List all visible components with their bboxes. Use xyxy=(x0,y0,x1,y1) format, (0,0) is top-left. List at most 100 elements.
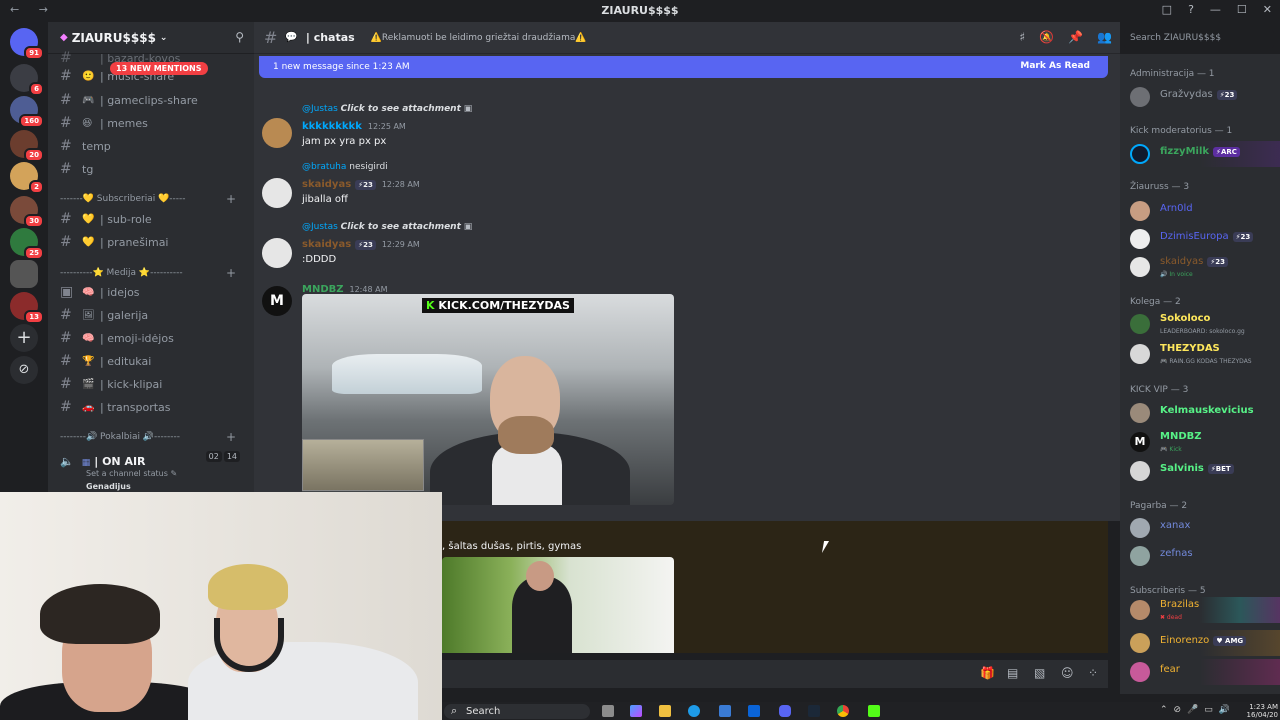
member-item[interactable]: Arn0ld xyxy=(1130,200,1280,222)
member-item[interactable]: THEZYDAS 🎮 RAIN.GG KODAS THEZYDAS xyxy=(1130,343,1280,365)
reply-reference[interactable]: @Justas Click to see attachment ▣ xyxy=(302,104,472,114)
new-mentions-pill[interactable]: 13 NEW MENTIONS xyxy=(110,62,208,75)
taskbar-clock[interactable]: 1:23 AM 16/04/20 xyxy=(1247,703,1278,719)
member-item[interactable]: Einorenzo ♥ AMG xyxy=(1130,630,1280,656)
member-group-title: Kolega — 2 xyxy=(1130,297,1181,307)
member-item[interactable]: Salvinis ⚡BET xyxy=(1130,460,1280,482)
search-input[interactable]: Search ZIAURU$$$$ xyxy=(1124,30,1274,48)
channel-item[interactable]: # 🚗 | transportas xyxy=(60,397,246,417)
apps-icon[interactable]: ⁘ xyxy=(1088,666,1098,680)
emoji-icon[interactable]: ☺ xyxy=(1061,666,1074,680)
kick-icon[interactable] xyxy=(868,705,880,717)
member-item[interactable]: fizzyMilk ⚡ARC xyxy=(1130,141,1280,167)
threads-icon[interactable]: ♯ xyxy=(1019,30,1025,44)
member-item[interactable]: Gražvydas ⚡23 xyxy=(1130,86,1280,108)
close-icon[interactable]: ✕ xyxy=(1263,3,1272,16)
pin-icon[interactable]: 📌 xyxy=(1068,30,1083,44)
add-channel-icon[interactable]: + xyxy=(226,266,236,280)
gift-icon[interactable]: 🎁 xyxy=(980,666,995,680)
mute-notifications-icon[interactable]: 🔕 xyxy=(1039,30,1054,44)
server-icon[interactable]: 160 xyxy=(10,96,44,128)
member-item[interactable]: Brazilas ✖ dead xyxy=(1130,597,1280,623)
channel-item[interactable]: # 🎮 | gameclips-share xyxy=(60,90,246,110)
system-tray-icons[interactable]: ⌃⊘🎤▭🔊 xyxy=(1160,705,1236,715)
mark-as-read-button[interactable]: Mark As Read xyxy=(1020,61,1090,71)
member-item[interactable]: xanax xyxy=(1130,517,1280,539)
message-text: :DDDD xyxy=(302,254,337,265)
channel-item[interactable]: # 🏆 | editukai xyxy=(60,351,246,371)
invite-people-icon[interactable]: ⚲ xyxy=(235,30,244,44)
member-item[interactable]: Kelmauskevicius xyxy=(1130,402,1280,424)
reply-reference[interactable]: @bratuha nesigirdi xyxy=(302,162,388,172)
avatar[interactable] xyxy=(262,178,292,208)
server-icon[interactable]: 25 xyxy=(10,228,44,260)
task-view-icon[interactable] xyxy=(602,705,614,717)
notification-badge: 2 xyxy=(29,180,44,194)
channel-item[interactable]: ▣ 🧠 | idejos xyxy=(60,282,246,302)
steam-icon[interactable] xyxy=(808,705,820,717)
server-icon[interactable]: 6 xyxy=(10,64,44,96)
server-icon-ziauru[interactable] xyxy=(10,260,38,288)
channel-item[interactable]: # tg xyxy=(60,159,246,179)
server-icon[interactable]: 2 xyxy=(10,162,44,194)
gif-icon[interactable]: ▤ xyxy=(1007,666,1018,680)
member-item[interactable]: fear xyxy=(1130,659,1280,685)
avatar[interactable] xyxy=(262,118,292,148)
message-input-bar[interactable]: 🎁 ▤ ▧ ☺ ⁘ xyxy=(442,660,1108,688)
video-attachment[interactable]: K KICK.COM/THEZYDAS xyxy=(302,294,674,505)
store-icon[interactable] xyxy=(719,705,731,717)
voice-channel-on-air[interactable]: 🔈 ▦ | ON AIR Set a channel status ✎ 02 14 G… xyxy=(60,450,246,491)
forum-icon: ▣ xyxy=(60,284,74,300)
avatar[interactable] xyxy=(262,238,292,268)
avatar: M xyxy=(1130,432,1150,452)
channel-item[interactable]: # 🎬 | kick-klipai xyxy=(60,374,246,394)
channel-item[interactable]: # 💛 | sub-role xyxy=(60,209,246,229)
channel-topic[interactable]: ⚠️Reklamuoti be leidimo griežtai draudži… xyxy=(371,33,587,43)
chrome-icon[interactable] xyxy=(837,705,849,717)
message-author[interactable]: skaidyas ⚡23 12:28 AM xyxy=(302,179,420,190)
inbox-icon[interactable]: □ xyxy=(1162,3,1172,16)
category-subscriberiai[interactable]: -------💛 Subscriberiai 💛----- + xyxy=(60,192,246,206)
taskbar-search[interactable]: Search xyxy=(444,703,590,719)
channel-item[interactable]: # 💛 | pranešimai xyxy=(60,232,246,252)
voice-user[interactable]: Genadijus xyxy=(86,482,246,491)
server-icon[interactable]: 30 xyxy=(10,196,44,228)
server-icon[interactable]: 13 xyxy=(10,292,44,324)
add-channel-icon[interactable]: + xyxy=(226,430,236,444)
category-pokalbiai[interactable]: --------🔊 Pokalbiai 🔊-------- + xyxy=(60,430,246,444)
window-controls[interactable]: □ ? — ☐ ✕ xyxy=(1162,3,1272,16)
channel-item[interactable]: # 🖼 | galerija xyxy=(60,305,246,325)
help-icon[interactable]: ? xyxy=(1188,3,1194,16)
add-channel-icon[interactable]: + xyxy=(226,192,236,206)
channel-item[interactable]: # temp xyxy=(60,136,246,156)
member-item[interactable]: Sokoloco LEADERBOARD: sokoloco.gg xyxy=(1130,313,1280,335)
maximize-icon[interactable]: ☐ xyxy=(1237,3,1247,16)
add-server-icon[interactable]: + xyxy=(10,324,38,352)
member-item[interactable]: M MNDBZ 🎮 Kick xyxy=(1130,431,1280,453)
avatar[interactable]: M xyxy=(262,286,292,316)
message-author[interactable]: kkkkkkkkk 12:25 AM xyxy=(302,121,406,132)
category-medija[interactable]: ----------⭐ Medija ⭐---------- + xyxy=(60,266,246,280)
members-icon[interactable]: 👥 xyxy=(1097,30,1112,44)
member-item[interactable]: zefnas xyxy=(1130,545,1280,567)
channel-item[interactable]: # 🧠 | emoji-idėjos xyxy=(60,328,246,348)
reply-reference[interactable]: @Justas Click to see attachment ▣ xyxy=(302,222,472,232)
video-attachment[interactable] xyxy=(442,557,674,653)
server-icon[interactable]: 20 xyxy=(10,130,44,162)
discover-icon[interactable]: ⊘ xyxy=(10,356,38,384)
member-item[interactable]: skaidyas ⚡23 🔊 In voice xyxy=(1130,256,1280,278)
discord-icon[interactable] xyxy=(779,705,791,717)
message-author[interactable]: skaidyas ⚡23 12:29 AM xyxy=(302,239,420,250)
direct-messages-icon[interactable]: 91 xyxy=(10,28,44,60)
new-messages-banner[interactable]: 1 new message since 1:23 AM Mark As Read xyxy=(259,56,1108,78)
minimize-icon[interactable]: — xyxy=(1210,3,1221,16)
file-explorer-icon[interactable] xyxy=(659,705,671,717)
member-item[interactable]: DzimisEuropa ⚡23 xyxy=(1130,228,1280,250)
sticker-icon[interactable]: ▧ xyxy=(1034,666,1045,680)
edge-icon[interactable] xyxy=(688,705,700,717)
channel-item[interactable]: # 😆 | memes xyxy=(60,113,246,133)
avatar xyxy=(1130,546,1150,566)
member-group-title: Subscriberis — 5 xyxy=(1130,586,1206,596)
copilot-icon[interactable] xyxy=(630,705,642,717)
mail-icon[interactable] xyxy=(748,705,760,717)
